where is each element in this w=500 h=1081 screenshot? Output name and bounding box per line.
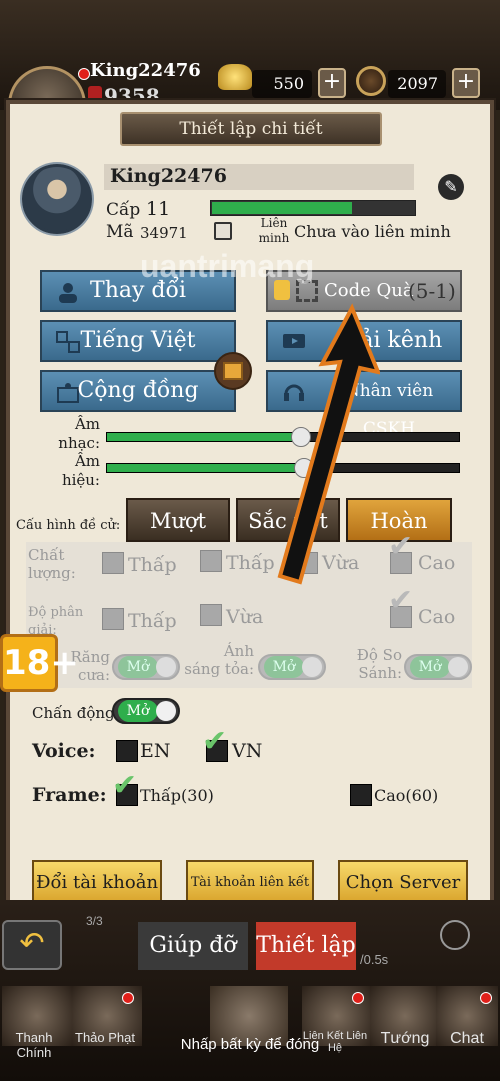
id-label: Mã: [106, 222, 134, 242]
contrast-toggle-text: Mở: [410, 656, 450, 678]
preset-smooth-tab[interactable]: Mượt: [126, 498, 230, 542]
toggle-knob: [448, 657, 468, 677]
level-value: 11: [146, 198, 171, 220]
glow-toggle[interactable]: Mở: [258, 654, 326, 680]
alliance-status: Chưa vào liên minh: [294, 222, 451, 241]
resolution-mid-checkbox[interactable]: [200, 604, 222, 626]
notification-dot: [480, 992, 492, 1004]
frame-label: Frame:: [32, 784, 107, 806]
watermark: uantrimang: [140, 248, 315, 284]
profile-name: King22476: [110, 165, 227, 187]
quality-low2-checkbox[interactable]: [200, 550, 222, 572]
community-button-label: Cộng đồng: [77, 378, 199, 403]
resolution-mid-label: Vừa: [226, 606, 264, 628]
dialog-title: Thiết lập chi tiết: [120, 112, 382, 146]
back-arrow-icon[interactable]: ↶: [2, 920, 62, 970]
language-button[interactable]: Tiếng Việt: [40, 320, 236, 362]
gold-ingot-icon: [218, 64, 252, 90]
contrast-toggle[interactable]: Mở: [404, 654, 472, 680]
resolution-low-label: Thấp: [128, 610, 177, 632]
coin-amount: 2097: [388, 70, 446, 98]
gift-icon: [223, 362, 243, 380]
timer-text: /0.5s: [360, 952, 389, 967]
antialias-toggle[interactable]: Mở: [112, 654, 180, 680]
gold-amount: 550: [252, 70, 312, 98]
notification-dot: [122, 992, 134, 1004]
sound-label: Âm hiệu:: [61, 452, 100, 489]
vibration-toggle-text: Mở: [118, 700, 158, 722]
check-icon: ✔: [112, 768, 138, 803]
resolution-low-checkbox[interactable]: [102, 608, 124, 630]
vibration-toggle[interactable]: Mở: [112, 698, 180, 724]
queue-counter: 3/3: [86, 914, 103, 928]
toggle-knob: [302, 657, 322, 677]
vibration-label: Chấn động:: [32, 704, 120, 722]
glow-label: Ánh sáng tỏa:: [184, 642, 254, 678]
check-icon: ✔: [388, 583, 414, 618]
annotation-arrow: [277, 303, 380, 585]
profile-avatar[interactable]: [22, 164, 92, 234]
tap-to-close-hint: Nhấp bất kỳ để đóng: [180, 1036, 320, 1053]
quality-low-label: Thấp: [128, 554, 177, 576]
exp-bar-fill: [212, 202, 352, 214]
alliance-label: Liên minh: [258, 216, 290, 245]
check-icon: ✔: [388, 529, 414, 564]
resolution-high-label: Cao: [418, 606, 456, 628]
id-value: 34971: [140, 224, 188, 242]
quality-high-label: Cao: [418, 552, 456, 574]
quality-low2-label: Thấp: [226, 552, 275, 574]
level-label: Cấp: [106, 200, 141, 220]
tab-help[interactable]: Giúp đỡ: [138, 922, 248, 970]
check-icon: ✔: [202, 724, 228, 759]
frame-low-label: Thấp(30): [140, 786, 214, 805]
quality-label: Chất lượng:: [28, 546, 76, 582]
music-label: Âm nhạc:: [58, 415, 100, 452]
compass-icon[interactable]: [440, 920, 470, 950]
frame-high-checkbox[interactable]: [350, 784, 372, 806]
coin-icon: [356, 66, 386, 96]
add-coin-button[interactable]: +: [452, 68, 480, 98]
language-button-label: Tiếng Việt: [80, 328, 196, 353]
toggle-knob: [156, 701, 176, 721]
antialias-toggle-text: Mở: [118, 656, 158, 678]
tab-settings[interactable]: Thiết lập: [256, 922, 356, 970]
community-button[interactable]: Cộng đồng: [40, 370, 236, 412]
voice-en-checkbox[interactable]: [116, 740, 138, 762]
frame-high-label: Cao(60): [374, 786, 439, 805]
gift-code-tag: (5-1): [408, 279, 456, 303]
preset-label: Cấu hình đề cử:: [16, 518, 121, 533]
edit-name-icon[interactable]: ✎: [438, 174, 464, 200]
notification-dot: [352, 992, 364, 1004]
quality-low-checkbox[interactable]: [102, 552, 124, 574]
voice-label: Voice:: [32, 740, 96, 762]
hud-player-name: King22476: [90, 60, 201, 81]
voice-vn-label: VN: [232, 740, 263, 762]
copy-icon[interactable]: [214, 222, 232, 240]
notification-dot: [78, 68, 90, 80]
add-gold-button[interactable]: +: [318, 68, 346, 98]
age-rating-badge: 18+: [0, 634, 79, 692]
contrast-label: Độ So Sánh:: [356, 646, 402, 682]
toggle-knob: [156, 657, 176, 677]
voice-en-label: EN: [140, 740, 171, 762]
glow-toggle-text: Mở: [264, 656, 304, 678]
